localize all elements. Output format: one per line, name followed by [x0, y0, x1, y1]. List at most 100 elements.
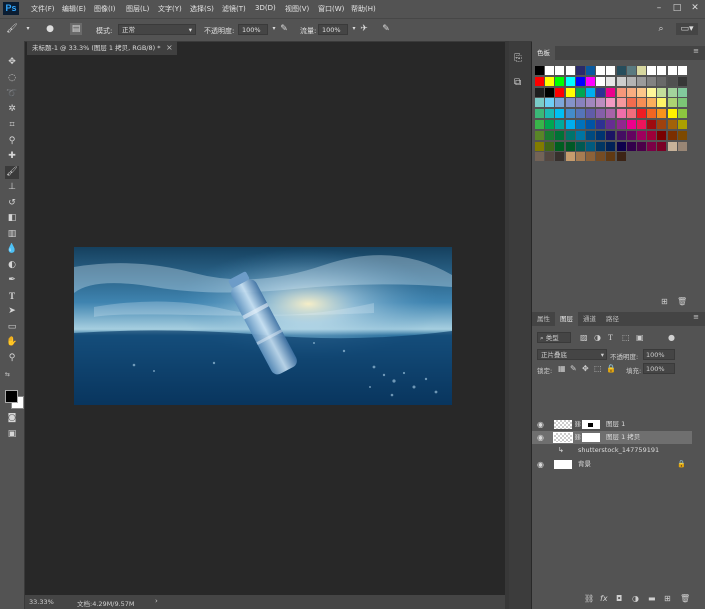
- color-swatch[interactable]: [606, 98, 616, 108]
- adjustment-layer-icon[interactable]: ◑: [632, 593, 639, 604]
- blend-mode-select[interactable]: 正片叠底 ▾: [537, 349, 607, 360]
- status-menu-icon[interactable]: ›: [155, 597, 158, 605]
- eraser-tool-icon[interactable]: ◧: [5, 212, 19, 225]
- new-group-icon[interactable]: ▬: [648, 593, 656, 604]
- visibility-eye-icon[interactable]: ◉: [537, 418, 547, 431]
- properties-panel-icon[interactable]: ⧉: [514, 77, 521, 88]
- color-swatch[interactable]: [677, 120, 687, 129]
- color-swatch[interactable]: [657, 76, 667, 86]
- lock-transparent-icon[interactable]: ▦: [558, 363, 566, 374]
- color-swatch[interactable]: [606, 109, 616, 119]
- color-swatch[interactable]: [575, 141, 585, 151]
- zoom-level[interactable]: 33.33%: [29, 598, 54, 606]
- color-swatch[interactable]: [545, 141, 555, 151]
- color-swatch[interactable]: [596, 152, 606, 162]
- color-swatch[interactable]: [535, 152, 544, 162]
- color-swatch[interactable]: [626, 109, 636, 119]
- add-mask-icon[interactable]: ◘: [616, 593, 622, 604]
- color-swatch[interactable]: [647, 120, 657, 129]
- search-icon[interactable]: ⌕: [655, 23, 667, 35]
- color-swatch[interactable]: [555, 152, 565, 162]
- menu-3d[interactable]: 3D(D): [255, 4, 276, 12]
- color-swatch[interactable]: [667, 130, 677, 140]
- color-swatch[interactable]: [596, 120, 606, 129]
- workspace-switcher-icon[interactable]: ▭▾: [676, 23, 698, 35]
- lock-artboard-icon[interactable]: ⬚: [594, 363, 602, 374]
- color-swatch[interactable]: [657, 141, 667, 151]
- color-swatch[interactable]: [586, 152, 595, 162]
- tab-properties[interactable]: 属性: [532, 312, 555, 326]
- color-swatch[interactable]: [575, 130, 585, 140]
- color-swatch[interactable]: [545, 87, 555, 97]
- lasso-tool-icon[interactable]: ➰: [5, 88, 19, 101]
- color-swatch[interactable]: [637, 98, 646, 108]
- menu-file[interactable]: 文件(F): [31, 4, 55, 14]
- color-swatch[interactable]: [586, 130, 595, 140]
- color-swatch[interactable]: [657, 120, 667, 129]
- color-swatch[interactable]: [657, 109, 667, 119]
- color-swatch[interactable]: [667, 87, 677, 97]
- color-swatch[interactable]: [677, 76, 687, 86]
- crop-tool-icon[interactable]: ⌗: [5, 119, 19, 132]
- color-swatch[interactable]: [575, 120, 585, 129]
- color-swatch[interactable]: [555, 109, 565, 119]
- color-swatch[interactable]: [677, 141, 687, 151]
- lock-position-icon[interactable]: ✥: [582, 363, 589, 374]
- color-swatch[interactable]: [545, 130, 555, 140]
- color-swatch[interactable]: [647, 109, 657, 119]
- lock-all-icon[interactable]: 🔒: [606, 363, 616, 374]
- link-layers-icon[interactable]: ⛓: [584, 593, 594, 604]
- color-swatch[interactable]: [575, 109, 585, 119]
- color-swatch[interactable]: [626, 141, 636, 151]
- history-brush-tool-icon[interactable]: ↺: [5, 197, 19, 210]
- color-swatch[interactable]: [637, 141, 646, 151]
- color-swatch[interactable]: [606, 120, 616, 129]
- menu-window[interactable]: 窗口(W): [318, 4, 344, 14]
- history-panel-icon[interactable]: ⎘: [514, 53, 522, 64]
- color-swatch[interactable]: [586, 109, 595, 119]
- new-swatch-icon[interactable]: ⊞: [661, 297, 668, 306]
- path-selection-tool-icon[interactable]: ➤: [5, 305, 19, 318]
- color-swatch[interactable]: [616, 130, 626, 140]
- color-swatch[interactable]: [535, 76, 544, 86]
- brush-tool-icon[interactable]: 🖌: [6, 23, 18, 35]
- color-swatch[interactable]: [596, 109, 606, 119]
- color-swatch[interactable]: [637, 130, 646, 140]
- quick-mask-icon[interactable]: ◙: [5, 412, 19, 425]
- color-swatch[interactable]: [596, 98, 606, 108]
- menu-view[interactable]: 视图(V): [285, 4, 309, 14]
- color-swatch[interactable]: [555, 87, 565, 97]
- color-swatch[interactable]: [677, 87, 687, 97]
- color-swatch[interactable]: [616, 141, 626, 151]
- swap-colors-icon[interactable]: ⇆: [5, 371, 10, 378]
- canvas-image[interactable]: [74, 247, 452, 405]
- color-swatch[interactable]: [535, 141, 544, 151]
- screen-mode-icon[interactable]: ▣: [5, 428, 19, 441]
- color-swatch[interactable]: [545, 76, 555, 86]
- color-swatch[interactable]: [586, 76, 595, 86]
- layer-filter-select[interactable]: ⌕ 类型: [537, 332, 571, 343]
- filter-adjustment-icon[interactable]: ◑: [594, 332, 601, 343]
- menu-edit[interactable]: 编辑(E): [62, 4, 86, 14]
- color-swatch[interactable]: [545, 120, 555, 129]
- tab-channels[interactable]: 通道: [578, 312, 601, 326]
- opacity-field[interactable]: 100%: [238, 24, 268, 35]
- healing-brush-tool-icon[interactable]: ✚: [5, 150, 19, 163]
- filter-pixel-icon[interactable]: ▨: [580, 332, 588, 343]
- color-swatch[interactable]: [545, 152, 555, 162]
- color-swatch[interactable]: [575, 76, 585, 86]
- color-swatch[interactable]: [647, 66, 657, 75]
- color-swatch[interactable]: [565, 152, 575, 162]
- visibility-eye-icon[interactable]: ◉: [537, 458, 547, 471]
- layer-style-icon[interactable]: fx: [600, 593, 608, 604]
- color-swatch[interactable]: [535, 87, 544, 97]
- rectangle-tool-icon[interactable]: ▭: [5, 321, 19, 334]
- maximize-icon[interactable]: □: [670, 2, 684, 14]
- color-swatch[interactable]: [596, 87, 606, 97]
- color-swatch[interactable]: [657, 66, 667, 75]
- color-swatch[interactable]: [616, 76, 626, 86]
- color-swatch[interactable]: [667, 109, 677, 119]
- color-swatch[interactable]: [565, 109, 575, 119]
- color-swatch[interactable]: [555, 120, 565, 129]
- color-swatch[interactable]: [565, 76, 575, 86]
